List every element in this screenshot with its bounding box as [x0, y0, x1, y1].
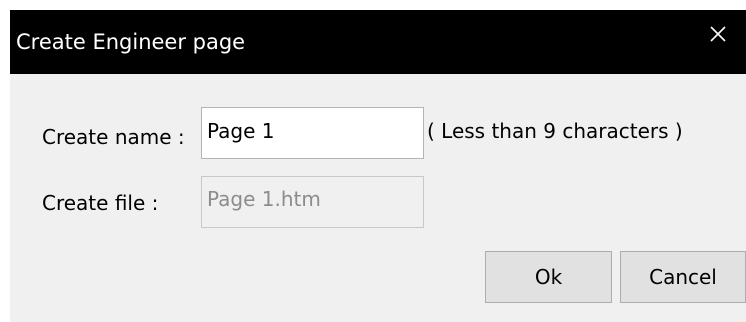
create-file-label: Create file :: [42, 191, 159, 215]
create-file-field: Page 1.htm: [201, 176, 424, 228]
create-engineer-page-dialog: Create Engineer page Create name : Page …: [10, 10, 746, 322]
title-bar: Create Engineer page: [10, 10, 746, 74]
create-name-label: Create name :: [42, 125, 185, 149]
create-name-input[interactable]: Page 1: [201, 107, 424, 159]
ok-button[interactable]: Ok: [485, 251, 612, 303]
create-name-hint: ( Less than 9 characters ): [427, 119, 683, 143]
close-icon: [710, 26, 726, 42]
dialog-title: Create Engineer page: [16, 30, 246, 54]
cancel-button[interactable]: Cancel: [620, 251, 746, 303]
close-button[interactable]: [690, 10, 746, 62]
